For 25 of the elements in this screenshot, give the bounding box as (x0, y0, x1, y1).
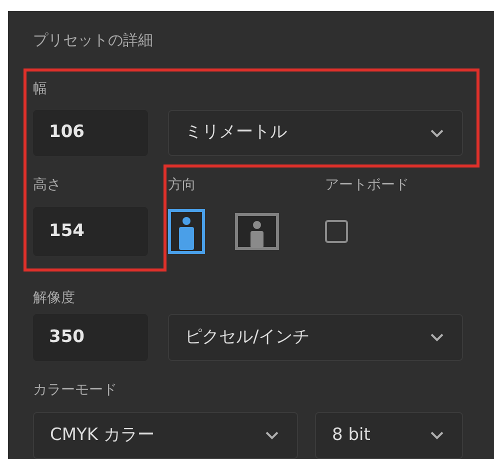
number-field[interactable]: 350 (33, 314, 148, 361)
field-label: アートボード (325, 176, 409, 194)
number-field[interactable]: 154 (33, 207, 148, 256)
color-mode-dropdown[interactable]: CMYK カラー (33, 412, 298, 459)
field-label: 方向 (168, 176, 197, 194)
chevron-down-icon (430, 430, 444, 440)
portrait-orientation-button[interactable] (168, 209, 205, 254)
bit-depth-dropdown[interactable]: 8 bit (315, 412, 463, 459)
unit-dropdown[interactable]: ミリメートル (168, 110, 463, 156)
field-label: 高さ (33, 176, 62, 194)
chevron-down-icon (430, 128, 444, 138)
unit-dropdown[interactable]: ピクセル/インチ (168, 314, 463, 361)
landscape-orientation-button[interactable] (235, 213, 279, 250)
field-label: カラーモード (33, 380, 118, 399)
field-label: 幅 (33, 80, 48, 98)
panel-title: プリセットの詳細 (33, 30, 154, 50)
chevron-down-icon (265, 430, 279, 440)
dropdown-value: CMYK カラー (50, 424, 154, 447)
field-label: 解像度 (33, 289, 76, 308)
artboard-checkbox[interactable] (325, 220, 348, 244)
dropdown-value: ピクセル/インチ (185, 326, 310, 349)
dropdown-value: ミリメートル (185, 121, 287, 144)
number-field[interactable]: 106 (33, 110, 148, 156)
dropdown-value: 8 bit (332, 424, 370, 447)
chevron-down-icon (430, 333, 444, 342)
